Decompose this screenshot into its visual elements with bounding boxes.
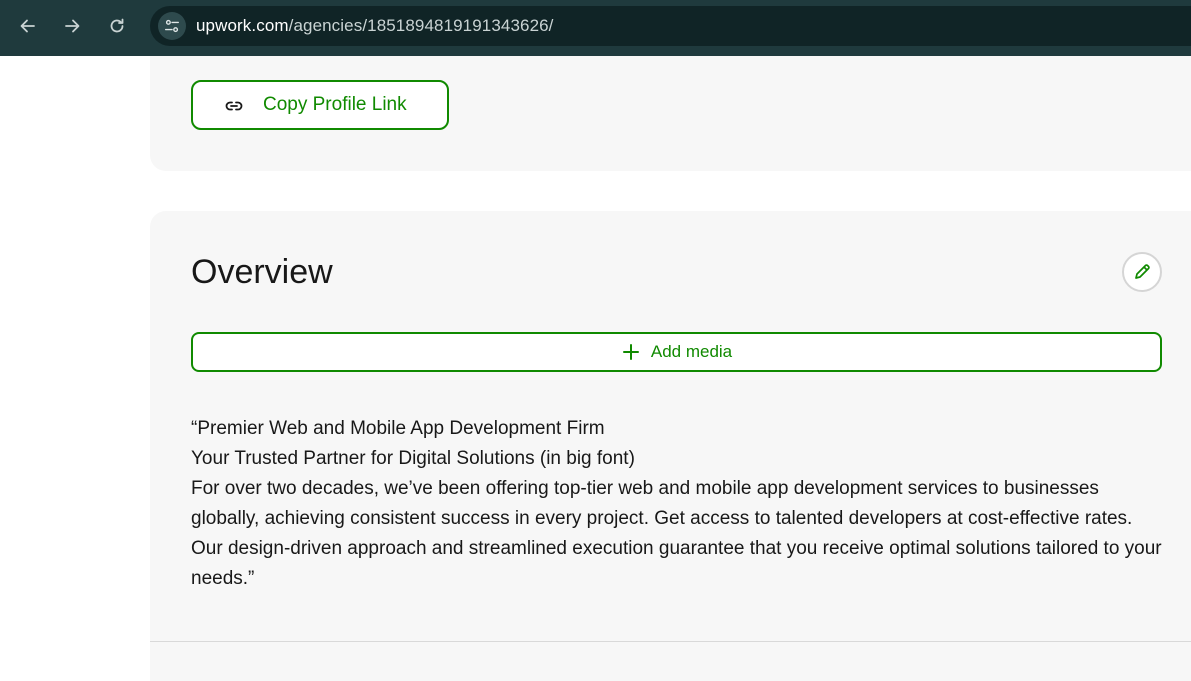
overview-description: “Premier Web and Mobile App Development … bbox=[191, 414, 1166, 594]
forward-arrow-icon[interactable] bbox=[61, 15, 83, 37]
address-bar[interactable]: upwork.com/agencies/1851894819191343626/ bbox=[150, 6, 1191, 46]
section-divider bbox=[150, 641, 1191, 642]
site-info-icon[interactable] bbox=[158, 12, 186, 40]
reload-icon[interactable] bbox=[106, 15, 128, 37]
add-media-button[interactable]: Add media bbox=[191, 332, 1162, 372]
overview-heading: Overview bbox=[191, 253, 333, 291]
copy-profile-link-button[interactable]: Copy Profile Link bbox=[191, 80, 449, 130]
back-arrow-icon[interactable] bbox=[17, 15, 39, 37]
plus-icon bbox=[622, 344, 639, 360]
overview-card: Overview Add media “Premier Web and Mobi… bbox=[150, 211, 1191, 681]
copy-profile-link-label: Copy Profile Link bbox=[263, 94, 407, 115]
add-media-label: Add media bbox=[650, 342, 733, 361]
link-icon bbox=[225, 101, 243, 111]
overview-paragraph: “Premier Web and Mobile App Development … bbox=[191, 418, 605, 439]
url-path: /agencies/1851894819191343626/ bbox=[288, 16, 554, 35]
profile-actions-card: Copy Profile Link bbox=[150, 56, 1191, 171]
edit-overview-button[interactable] bbox=[1122, 252, 1162, 292]
pencil-icon bbox=[1135, 264, 1150, 279]
overview-paragraph: For over two decades, we’ve been offerin… bbox=[191, 478, 1162, 589]
browser-toolbar: upwork.com/agencies/1851894819191343626/ bbox=[0, 0, 1191, 56]
overview-paragraph: Your Trusted Partner for Digital Solutio… bbox=[191, 448, 635, 469]
url-host: upwork.com bbox=[196, 16, 289, 35]
url-text[interactable]: upwork.com/agencies/1851894819191343626/ bbox=[196, 16, 554, 36]
